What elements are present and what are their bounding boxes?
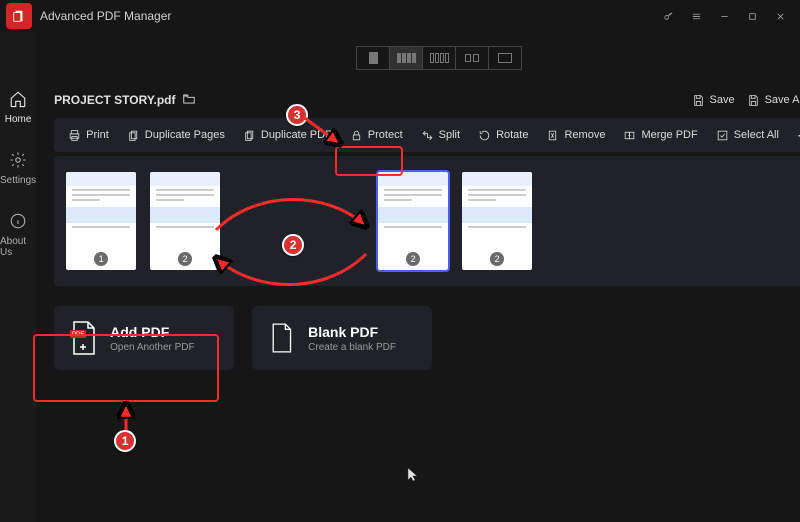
- file-name: PROJECT STORY.pdf: [54, 93, 175, 107]
- rotate-label: Rotate: [496, 129, 528, 141]
- card-title: Add PDF: [110, 324, 195, 340]
- card-subtitle: Create a blank PDF: [308, 342, 396, 353]
- duplicate-pdf-button[interactable]: Duplicate PDF: [235, 124, 340, 147]
- close-button[interactable]: [766, 2, 794, 30]
- save-button[interactable]: Save: [686, 91, 741, 110]
- page-number-badge: 2: [490, 252, 504, 266]
- card-title: Blank PDF: [308, 324, 396, 340]
- folder-open-icon[interactable]: [182, 92, 196, 109]
- merge-pdf-button[interactable]: Merge PDF: [615, 124, 705, 147]
- remove-button[interactable]: Remove: [538, 124, 613, 147]
- select-all-button[interactable]: Select All: [708, 124, 787, 147]
- file-header: PROJECT STORY.pdf Save Save As: [54, 86, 800, 114]
- info-icon: [7, 210, 29, 232]
- duplicate-pages-label: Duplicate Pages: [145, 129, 225, 141]
- duplicate-pages-button[interactable]: Duplicate Pages: [119, 124, 233, 147]
- page-number-badge: 1: [94, 252, 108, 266]
- page-number-badge: 2: [406, 252, 420, 266]
- protect-button[interactable]: Protect: [342, 124, 411, 147]
- merge-pdf-label: Merge PDF: [641, 129, 697, 141]
- sidebar: Home Settings About Us: [0, 32, 36, 522]
- page-thumbnail[interactable]: 2: [462, 172, 532, 270]
- remove-label: Remove: [564, 129, 605, 141]
- view-grid-4-button[interactable]: [389, 46, 423, 70]
- card-subtitle: Open Another PDF: [110, 342, 195, 353]
- sidebar-label: About Us: [0, 236, 36, 258]
- blank-file-icon: [266, 320, 296, 356]
- svg-text:PDF: PDF: [72, 332, 84, 338]
- print-label: Print: [86, 129, 109, 141]
- view-two-up-button[interactable]: [455, 46, 489, 70]
- annotation-arrow-1: [106, 400, 146, 434]
- split-button[interactable]: Split: [413, 124, 468, 147]
- title-bar: Advanced PDF Manager: [0, 0, 800, 32]
- sidebar-item-about[interactable]: About Us: [0, 210, 36, 258]
- main-area: PROJECT STORY.pdf Save Save As: [36, 32, 800, 522]
- page-number-badge: 2: [178, 252, 192, 266]
- sidebar-label: Home: [5, 114, 32, 125]
- app-window: Advanced PDF Manager Home: [0, 0, 800, 522]
- print-button[interactable]: Print: [60, 124, 117, 147]
- duplicate-pdf-label: Duplicate PDF: [261, 129, 332, 141]
- protect-label: Protect: [368, 129, 403, 141]
- lock-icon: [350, 129, 363, 142]
- view-wide-button[interactable]: [488, 46, 522, 70]
- page-thumbnail-strip: 1 2 2 2: [54, 156, 800, 286]
- sidebar-item-settings[interactable]: Settings: [0, 149, 36, 186]
- home-icon: [7, 88, 29, 110]
- page-thumbnail[interactable]: 2: [150, 172, 220, 270]
- view-single-button[interactable]: [356, 46, 390, 70]
- annotation-badge-1: 1: [114, 430, 136, 452]
- gear-icon: [7, 149, 29, 171]
- hamburger-icon[interactable]: [682, 2, 710, 30]
- toolbar-more-button[interactable]: ⋯: [789, 124, 800, 146]
- select-all-label: Select All: [734, 129, 779, 141]
- view-grid-outline-button[interactable]: [422, 46, 456, 70]
- minimize-button[interactable]: [710, 2, 738, 30]
- cursor-icon: [406, 466, 420, 487]
- page-thumbnail[interactable]: 1: [66, 172, 136, 270]
- toolbar: Print Duplicate Pages Duplicate PDF Prot…: [54, 118, 800, 152]
- blank-pdf-card[interactable]: Blank PDF Create a blank PDF: [252, 306, 432, 370]
- maximize-button[interactable]: [738, 2, 766, 30]
- page-thumbnail[interactable]: 2: [378, 172, 448, 270]
- app-logo: [6, 3, 32, 29]
- save-as-button[interactable]: Save As: [741, 91, 800, 110]
- add-pdf-card[interactable]: PDF Add PDF Open Another PDF: [54, 306, 234, 370]
- split-label: Split: [439, 129, 460, 141]
- rotate-button[interactable]: Rotate: [470, 124, 536, 147]
- action-cards-row: PDF Add PDF Open Another PDF Blank PDF C…: [54, 306, 800, 370]
- pdf-file-icon: PDF: [68, 320, 98, 356]
- app-title: Advanced PDF Manager: [40, 9, 171, 23]
- view-switcher: [54, 38, 800, 78]
- sidebar-label: Settings: [0, 175, 36, 186]
- key-icon[interactable]: [654, 2, 682, 30]
- save-label: Save: [710, 94, 735, 106]
- save-as-label: Save As: [765, 94, 800, 106]
- sidebar-item-home[interactable]: Home: [5, 88, 32, 125]
